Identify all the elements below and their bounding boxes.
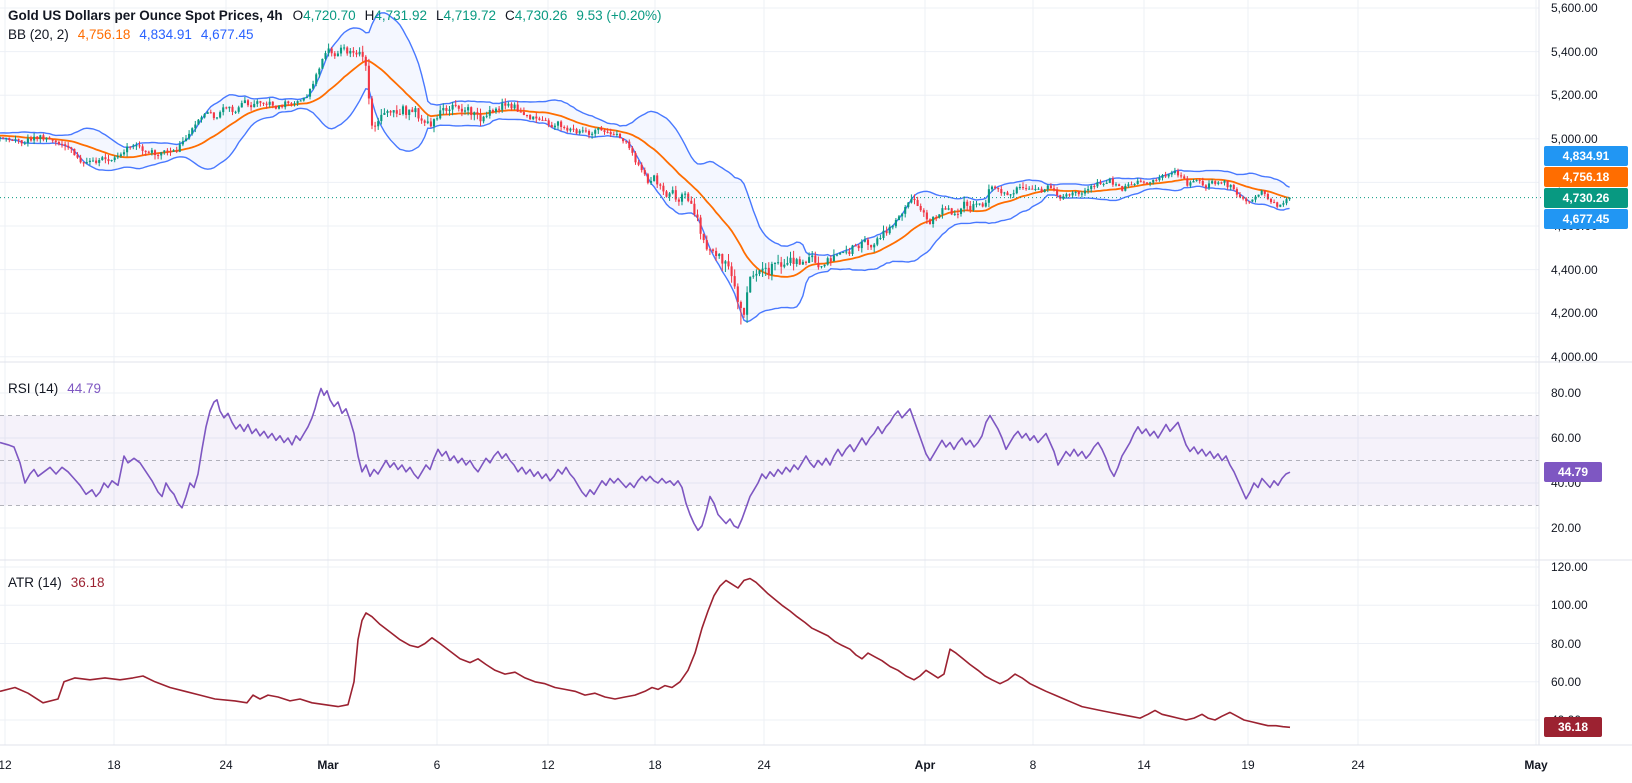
ohlc-low-value: 4,719.72 xyxy=(443,8,497,23)
price-axis-label: 4,200.00 xyxy=(1551,306,1598,321)
atr-axis-label: 100.00 xyxy=(1551,598,1588,613)
time-axis-label: Apr xyxy=(914,758,936,772)
bb-upper-badge: 4,834.91 xyxy=(1544,145,1628,166)
atr-legend[interactable]: ATR (14) 36.18 xyxy=(8,575,105,590)
price-axis-label: 5,200.00 xyxy=(1551,88,1598,103)
price-axis-label: 5,000.00 xyxy=(1551,131,1598,146)
time-axis-label: 24 xyxy=(757,758,771,772)
rsi-axis-label: 80.00 xyxy=(1551,386,1582,400)
last-price-badge: 4,730.26 xyxy=(1544,187,1628,208)
price-axis-label: 4,000.00 xyxy=(1551,349,1598,364)
bb-lower-value: 4,677.45 xyxy=(200,27,254,42)
chart-canvas[interactable] xyxy=(0,0,1632,783)
bb-lower-badge: 4,677.45 xyxy=(1544,208,1628,229)
rsi-axis-label: 20.00 xyxy=(1551,521,1582,535)
time-axis-label: 24 xyxy=(1351,758,1365,772)
symbol-legend-row1: Gold US Dollars per Ounce Spot Prices, 4… xyxy=(8,6,662,25)
time-axis-label: 12 xyxy=(541,758,555,772)
price-axis-label: 4,400.00 xyxy=(1551,262,1598,277)
bb-basis-value: 4,756.18 xyxy=(77,27,131,42)
ohlc-high-value: 4,731.92 xyxy=(374,8,427,23)
price-axis-label: 5,600.00 xyxy=(1551,1,1598,15)
ohlc-open-value: 4,720.70 xyxy=(303,8,356,23)
bb-indicator-label[interactable]: BB (20, 2) xyxy=(8,27,69,42)
price-axis-label: 5,400.00 xyxy=(1551,44,1598,59)
time-axis-label: 6 xyxy=(433,758,441,772)
time-axis-label: 18 xyxy=(648,758,662,772)
rsi-indicator-label[interactable]: RSI (14) xyxy=(8,381,58,396)
rsi-axis-label: 60.00 xyxy=(1551,431,1582,445)
rsi-current-value: 44.79 xyxy=(67,381,102,396)
time-axis-label: 14 xyxy=(1137,758,1151,772)
symbol-title[interactable]: Gold US Dollars per Ounce Spot Prices, 4… xyxy=(8,8,283,23)
bb-legend-row[interactable]: BB (20, 2) 4,756.18 4,834.91 4,677.45 xyxy=(8,25,662,44)
atr-current-value: 36.18 xyxy=(70,575,105,590)
bb-basis-badge: 4,756.18 xyxy=(1544,166,1628,187)
bb-upper-value: 4,834.91 xyxy=(139,27,192,42)
ohlc-high-label: H xyxy=(364,8,375,23)
rsi-value-badge: 44.79 xyxy=(1544,462,1602,483)
atr-axis-label: 80.00 xyxy=(1551,636,1582,651)
ohlc-open-label: O xyxy=(292,8,304,23)
time-axis-label: 24 xyxy=(219,758,233,772)
time-axis-label: 18 xyxy=(107,758,121,772)
time-axis-label: 12 xyxy=(0,758,12,772)
ohlc-change-value: 9.53 (+0.20%) xyxy=(576,8,662,23)
atr-axis-label: 120.00 xyxy=(1551,560,1588,574)
atr-value-badge: 36.18 xyxy=(1544,717,1602,738)
time-axis-label: Mar xyxy=(317,758,339,772)
symbol-legend[interactable]: Gold US Dollars per Ounce Spot Prices, 4… xyxy=(8,6,662,44)
trading-chart-app: Gold US Dollars per Ounce Spot Prices, 4… xyxy=(0,0,1632,783)
ohlc-close-value: 4,730.26 xyxy=(514,8,568,23)
time-axis-label: 19 xyxy=(1241,758,1255,772)
ohlc-close-label: C xyxy=(505,8,515,23)
atr-indicator-label[interactable]: ATR (14) xyxy=(8,575,62,590)
time-axis-label: May xyxy=(1524,758,1548,772)
atr-axis-label: 60.00 xyxy=(1551,674,1582,689)
rsi-legend[interactable]: RSI (14) 44.79 xyxy=(8,381,101,396)
time-axis-label: 8 xyxy=(1029,758,1037,772)
